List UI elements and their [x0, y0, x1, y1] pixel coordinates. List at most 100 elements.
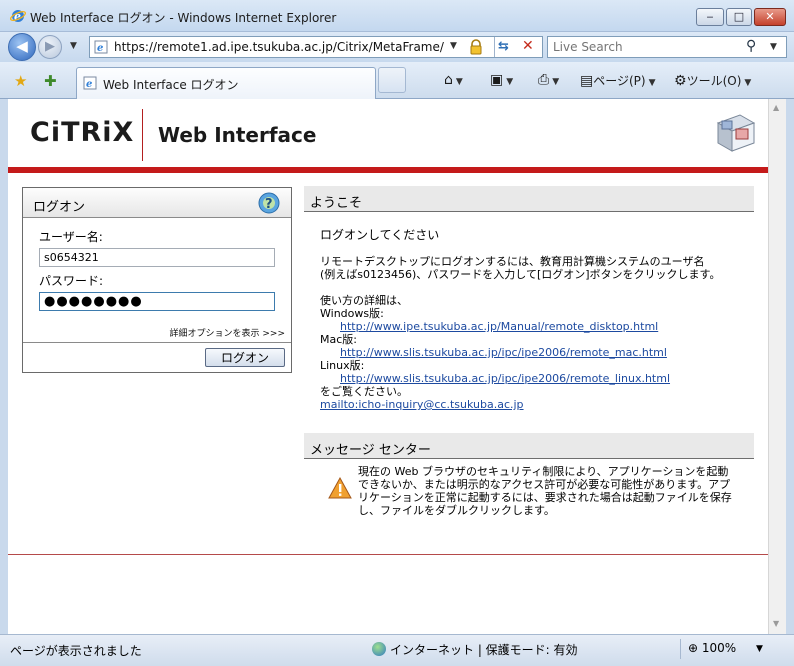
add-favorite-icon[interactable]: ✚	[44, 72, 57, 90]
close-button[interactable]: ✕	[754, 8, 786, 26]
windows-label: Windows版:	[320, 307, 384, 320]
svg-text:e: e	[97, 43, 103, 54]
username-label: ユーザー名:	[39, 230, 103, 244]
security-message: 現在の Web ブラウザのセキュリティ制限により、アプリケーションを起動できない…	[358, 465, 732, 517]
status-bar: ページが表示されました インターネット | 保護モード: 有効 ⊕ 100% ▼	[0, 634, 794, 666]
windows-manual-link[interactable]: http://www.ipe.tsukuba.ac.jp/Manual/remo…	[340, 320, 658, 333]
recent-pages-dropdown-icon[interactable]: ▼	[70, 41, 77, 51]
zoom-magnifier-icon: ⊕	[688, 641, 699, 655]
linux-manual-link[interactable]: http://www.slis.tsukuba.ac.jp/ipc/ipe200…	[340, 372, 670, 385]
title-bar: e Web Interface ログオン - Windows Internet …	[0, 0, 794, 32]
advanced-options-link[interactable]: 詳細オプションを表示 >>>	[170, 326, 286, 339]
globe-icon	[372, 642, 386, 656]
address-row: ◀ ▶ ▼ e https://remote1.ad.ipe.tsukuba.a…	[0, 32, 794, 62]
password-field[interactable]	[39, 292, 275, 311]
password-label: パスワード:	[39, 274, 104, 288]
tab-label: Web Interface ログオン	[103, 78, 239, 92]
logon-button[interactable]: ログオン	[205, 348, 285, 367]
search-input[interactable]	[553, 39, 733, 55]
page-header: CiTRiX Web Interface	[8, 99, 768, 167]
maximize-button[interactable]: □	[726, 8, 752, 26]
page-menu-icon: ▤	[580, 73, 594, 89]
stop-icon[interactable]: ✕	[522, 38, 534, 54]
rss-feed-icon: ▣	[490, 72, 504, 88]
search-icon[interactable]: ⚲	[746, 38, 756, 54]
arrow-left-icon: ◀	[16, 37, 28, 55]
tab-web-interface[interactable]: e Web Interface ログオン	[76, 67, 376, 99]
svg-text:?: ?	[265, 197, 273, 212]
logon-panel-title: ログオン	[33, 200, 86, 215]
print-dropdown-icon[interactable]: ▼	[552, 77, 559, 87]
home-button[interactable]: ⌂ ▼	[444, 72, 463, 88]
logo-divider	[142, 109, 143, 161]
contact-mail-link[interactable]: mailto:icho-inquiry@cc.tsukuba.ac.jp	[320, 398, 524, 411]
refresh-icon[interactable]: ⇆	[498, 39, 509, 54]
welcome-content: ログオンしてください リモートデスクトップにログオンするには、教育用計算機システ…	[320, 228, 744, 412]
page-menu[interactable]: ▤ページ(P) ▼	[580, 72, 656, 89]
message-center-title: メッセージ センター	[310, 443, 431, 458]
printer-icon: ⎙	[538, 72, 550, 88]
address-separator	[494, 37, 495, 57]
favorites-star-icon[interactable]: ★	[14, 72, 27, 90]
mac-manual-link[interactable]: http://www.slis.tsukuba.ac.jp/ipc/ipe200…	[340, 346, 667, 359]
page-icon: e	[94, 40, 108, 54]
page-icon: e	[83, 76, 97, 90]
search-box[interactable]: ⚲ ▼	[547, 36, 787, 58]
welcome-section-title: ようこそ	[310, 196, 363, 211]
scroll-up-icon[interactable]: ▲	[773, 103, 779, 112]
print-button[interactable]: ⎙ ▼	[538, 72, 559, 88]
panel-divider	[23, 342, 291, 343]
username-field[interactable]	[39, 248, 275, 267]
arrow-right-icon: ▶	[45, 39, 55, 54]
page-content: CiTRiX Web Interface ログオン ? ユーザー名: パスワード…	[8, 99, 768, 634]
back-button[interactable]: ◀	[8, 33, 36, 61]
address-dropdown-icon[interactable]: ▼	[450, 41, 457, 51]
footer-divider	[8, 554, 768, 555]
forward-button[interactable]: ▶	[38, 35, 62, 59]
new-tab-button[interactable]	[378, 67, 406, 93]
message-center-header: メッセージ センター	[304, 433, 754, 459]
linux-label: Linux版:	[320, 359, 365, 372]
lock-icon[interactable]	[468, 39, 484, 55]
citrix-logo: CiTRiX	[30, 117, 135, 148]
scroll-down-icon[interactable]: ▼	[773, 619, 779, 628]
ie-logo-icon: e	[10, 10, 26, 23]
window-title: Web Interface ログオン - Windows Internet Ex…	[30, 11, 337, 25]
mac-label: Mac版:	[320, 333, 357, 346]
welcome-section-header: ようこそ	[304, 186, 754, 212]
logon-panel-header: ログオン ?	[23, 188, 291, 218]
page-menu-label: ページ(P)	[593, 74, 646, 88]
server-cube-icon	[716, 114, 756, 152]
home-dropdown-icon[interactable]: ▼	[456, 77, 463, 87]
search-options-dropdown-icon[interactable]: ▼	[770, 42, 777, 52]
vertical-scrollbar[interactable]: ▲ ▼	[768, 99, 786, 634]
feeds-button[interactable]: ▣ ▼	[490, 72, 513, 88]
page-title: Web Interface	[158, 123, 317, 147]
security-zone-label: インターネット | 保護モード: 有効	[390, 643, 578, 657]
header-red-bar	[8, 167, 768, 173]
logon-panel: ログオン ? ユーザー名: パスワード: 詳細オプションを表示 >>> ログオン	[22, 187, 292, 373]
usage-intro: 使い方の詳細は、	[320, 294, 408, 307]
welcome-line: ログオンしてください	[320, 228, 440, 242]
svg-text:e: e	[86, 79, 92, 90]
address-bar[interactable]: e https://remote1.ad.ipe.tsukuba.ac.jp/C…	[89, 36, 543, 58]
zoom-level[interactable]: ⊕ 100%	[688, 641, 736, 655]
tools-menu-dropdown-icon: ▼	[744, 78, 752, 88]
minimize-button[interactable]: ‒	[696, 8, 724, 26]
url-text[interactable]: https://remote1.ad.ipe.tsukuba.ac.jp/Cit…	[114, 40, 454, 54]
tab-row: ★ ✚ e Web Interface ログオン ⌂ ▼ ▣ ▼ ⎙ ▼ ▤ページ(P…	[0, 62, 794, 99]
zoom-value: 100%	[701, 641, 737, 655]
see-text: をご覧ください。	[320, 385, 408, 398]
welcome-instruction-line: (例えばs0123456)、パスワードを入力して[ログオン]ボタンをクリックしま…	[320, 268, 721, 281]
security-zone[interactable]: インターネット | 保護モード: 有効	[372, 641, 578, 658]
warning-icon	[328, 477, 352, 499]
feeds-dropdown-icon[interactable]: ▼	[506, 77, 513, 87]
page-menu-dropdown-icon: ▼	[648, 78, 656, 88]
tools-menu-label: ツール(O)	[686, 74, 742, 88]
status-separator	[680, 639, 681, 659]
help-icon[interactable]: ?	[257, 192, 281, 214]
gear-icon: ⚙	[674, 73, 687, 89]
tools-menu[interactable]: ⚙ツール(O) ▼	[674, 72, 751, 89]
zoom-dropdown-icon[interactable]: ▼	[756, 644, 763, 654]
status-text: ページが表示されました	[10, 644, 142, 658]
